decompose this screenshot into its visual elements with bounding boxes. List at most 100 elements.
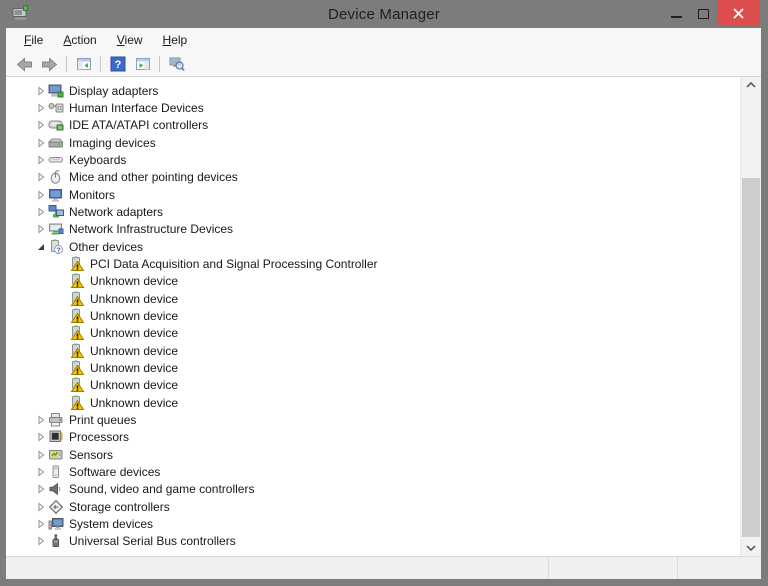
tree-item-unknown-device[interactable]: Unknown device [6,290,740,307]
window-controls [663,0,760,27]
tree-item-unknown-device[interactable]: Unknown device [6,342,740,359]
usb-controller-icon [48,533,64,549]
unknown-device-warning-icon [69,377,85,393]
maximize-button[interactable] [690,0,717,27]
tree-item-universal-serial-bus-controllers[interactable]: Universal Serial Bus controllers [6,533,740,550]
expander-collapsed-icon[interactable] [33,206,48,218]
expander-collapsed-icon[interactable] [33,189,48,201]
minimize-icon [671,16,682,18]
menu-file[interactable]: File [14,30,53,50]
expander-collapsed-icon[interactable] [33,137,48,149]
expander-collapsed-icon[interactable] [33,119,48,131]
expander-collapsed-icon[interactable] [33,518,48,530]
tree-item-network-adapters[interactable]: Network adapters [6,203,740,220]
toolbar-separator [66,56,67,72]
tree-item-label: Print queues [69,412,137,427]
tree-item-system-devices[interactable]: System devices [6,515,740,532]
tree-item-unknown-device[interactable]: Unknown device [6,377,740,394]
unknown-device-warning-icon [69,343,85,359]
scroll-down-button[interactable] [741,540,761,556]
vertical-scrollbar[interactable] [740,77,761,556]
expander-collapsed-icon[interactable] [33,431,48,443]
sensor-icon [48,447,64,463]
expander-collapsed-icon[interactable] [33,535,48,547]
expander-collapsed-icon[interactable] [33,85,48,97]
tree-item-unknown-device[interactable]: Unknown device [6,273,740,290]
expander-collapsed-icon[interactable] [33,501,48,513]
scroll-up-button[interactable] [741,77,761,93]
status-panel-1 [6,557,548,579]
tree-item-unknown-device[interactable]: Unknown device [6,307,740,324]
close-button[interactable] [717,0,760,26]
tree-item-storage-controllers[interactable]: Storage controllers [6,498,740,515]
device-tree: Display adapters Human Interface Devices I… [6,77,740,556]
console-tree-button[interactable] [71,53,96,75]
back-button[interactable] [12,53,37,75]
tree-item-mice-and-other-pointing-devices[interactable]: Mice and other pointing devices [6,169,740,186]
tree-item-network-infrastructure-devices[interactable]: Network Infrastructure Devices [6,221,740,238]
expander-expanded-icon[interactable] [33,241,48,253]
expander-collapsed-icon[interactable] [33,483,48,495]
toolbar-separator [159,56,160,72]
tree-item-processors[interactable]: Processors [6,429,740,446]
expander-collapsed-icon[interactable] [33,171,48,183]
scan-hardware-button[interactable] [164,53,189,75]
tree-item-unknown-device[interactable]: Unknown device [6,394,740,411]
software-device-icon [48,464,64,480]
help-icon: ? [110,56,126,72]
tree-item-label: Unknown device [90,360,179,375]
monitor-icon [48,187,64,203]
tree-item-unknown-device[interactable]: Unknown device [6,359,740,376]
tree-item-pci-data-acquisition-and-signal-processing-controller[interactable]: PCI Data Acquisition and Signal Processi… [6,255,740,272]
tree-item-sound-video-and-game-controllers[interactable]: Sound, video and game controllers [6,481,740,498]
maximize-icon [698,8,709,19]
scrollbar-track[interactable] [741,93,761,540]
action-pane-button[interactable] [130,53,155,75]
help-button[interactable]: ? [105,53,130,75]
keyboard-icon [48,152,64,168]
status-panel-2 [548,557,677,579]
tree-item-ide-ata-atapi-controllers[interactable]: IDE ATA/ATAPI controllers [6,117,740,134]
titlebar: Device Manager [0,0,768,28]
expander-collapsed-icon[interactable] [33,414,48,426]
tree-item-imaging-devices[interactable]: Imaging devices [6,134,740,151]
mouse-icon [48,169,64,185]
tree-item-label: Keyboards [69,152,127,167]
expander-collapsed-icon[interactable] [33,102,48,114]
tree-item-label: Unknown device [90,378,179,393]
toolbar-separator [100,56,101,72]
tree-item-human-interface-devices[interactable]: Human Interface Devices [6,99,740,116]
tree-item-software-devices[interactable]: Software devices [6,463,740,480]
tree-item-keyboards[interactable]: Keyboards [6,151,740,168]
tree-item-sensors[interactable]: Sensors [6,446,740,463]
scrollbar-thumb[interactable] [742,178,760,537]
unknown-device-warning-icon [69,360,85,376]
content-area: Display adapters Human Interface Devices I… [6,77,761,556]
minimize-button[interactable] [663,0,690,27]
forward-button[interactable] [37,53,62,75]
menu-view[interactable]: View [107,30,153,50]
tree-item-label: Universal Serial Bus controllers [69,534,236,549]
expander-collapsed-icon[interactable] [33,466,48,478]
tree-item-monitors[interactable]: Monitors [6,186,740,203]
expander-collapsed-icon[interactable] [33,223,48,235]
tree-item-display-adapters[interactable]: Display adapters [6,82,740,99]
tree-item-other-devices[interactable]: ? Other devices [6,238,740,255]
tree-item-unknown-device[interactable]: Unknown device [6,325,740,342]
svg-text:?: ? [56,245,61,254]
console-tree-icon [76,56,92,72]
tree-item-label: Storage controllers [69,499,170,514]
unknown-device-warning-icon [69,308,85,324]
menu-action[interactable]: Action [53,30,106,50]
tree-item-label: Mice and other pointing devices [69,170,238,185]
tree-item-print-queues[interactable]: Print queues [6,411,740,428]
menu-help[interactable]: Help [153,30,198,50]
expander-collapsed-icon[interactable] [33,449,48,461]
tree-item-label: Display adapters [69,83,159,98]
human-interface-device-icon [48,100,64,116]
expander-collapsed-icon[interactable] [33,154,48,166]
